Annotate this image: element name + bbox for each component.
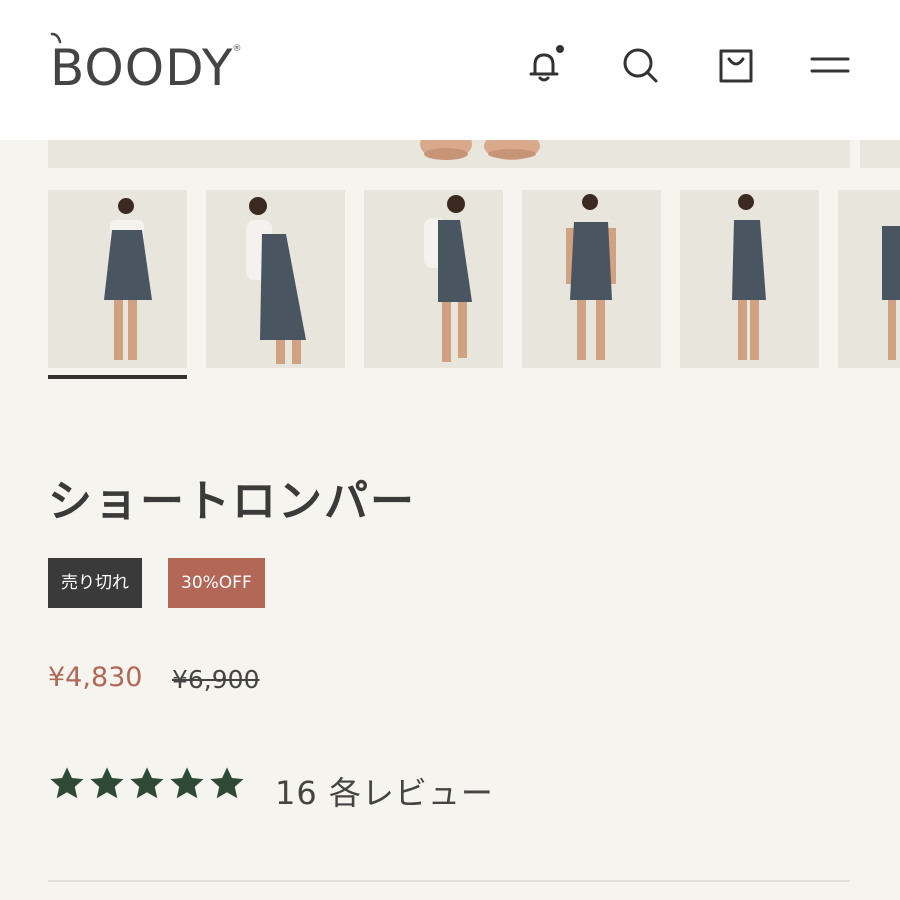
sale-price: ¥4,830 (48, 662, 143, 693)
thumbnail-gallery (48, 190, 900, 370)
search-button[interactable] (618, 40, 662, 90)
thumbnail-4[interactable] (522, 190, 661, 368)
product-title: ショートロンパー (48, 476, 416, 527)
menu-button[interactable] (808, 40, 852, 90)
star-icon (170, 767, 204, 799)
bag-icon (719, 49, 753, 83)
next-hero-image[interactable] (860, 140, 900, 168)
star-icon (90, 767, 124, 799)
menu-icon (810, 57, 850, 73)
star-icon (210, 767, 244, 799)
model-photo (48, 190, 187, 368)
model-photo (206, 190, 345, 368)
brand-logo[interactable]: BOODY ® (50, 32, 241, 98)
thumbnail-3[interactable] (364, 190, 503, 368)
reviews-link[interactable]: 16 各レビュー (275, 768, 494, 814)
bell-icon (529, 45, 564, 82)
active-thumbnail-indicator (48, 375, 187, 379)
sold-out-badge: 売り切れ (48, 558, 142, 608)
section-divider (48, 880, 850, 882)
thumbnail-1[interactable] (48, 190, 187, 368)
hero-image[interactable] (48, 140, 850, 168)
hero-photo-feet (420, 140, 540, 160)
site-header: BOODY ® (0, 0, 900, 140)
star-icon (130, 767, 164, 799)
logo-text: BOODY (50, 39, 234, 97)
leaf-icon (50, 32, 62, 44)
notifications-button[interactable] (522, 40, 566, 90)
model-photo (364, 190, 503, 368)
thumbnail-2[interactable] (206, 190, 345, 368)
rating-stars[interactable] (48, 765, 246, 803)
original-price: ¥6,900 (172, 665, 260, 694)
star-icon (50, 767, 84, 799)
thumbnail-5[interactable] (680, 190, 819, 368)
model-photo (680, 190, 819, 368)
registered-mark-icon: ® (232, 44, 242, 54)
discount-badge: 30%OFF (168, 558, 265, 608)
model-photo (522, 190, 661, 368)
search-icon (623, 48, 658, 83)
model-photo (838, 190, 900, 368)
cart-button[interactable] (714, 40, 758, 90)
thumbnail-6[interactable] (838, 190, 900, 368)
